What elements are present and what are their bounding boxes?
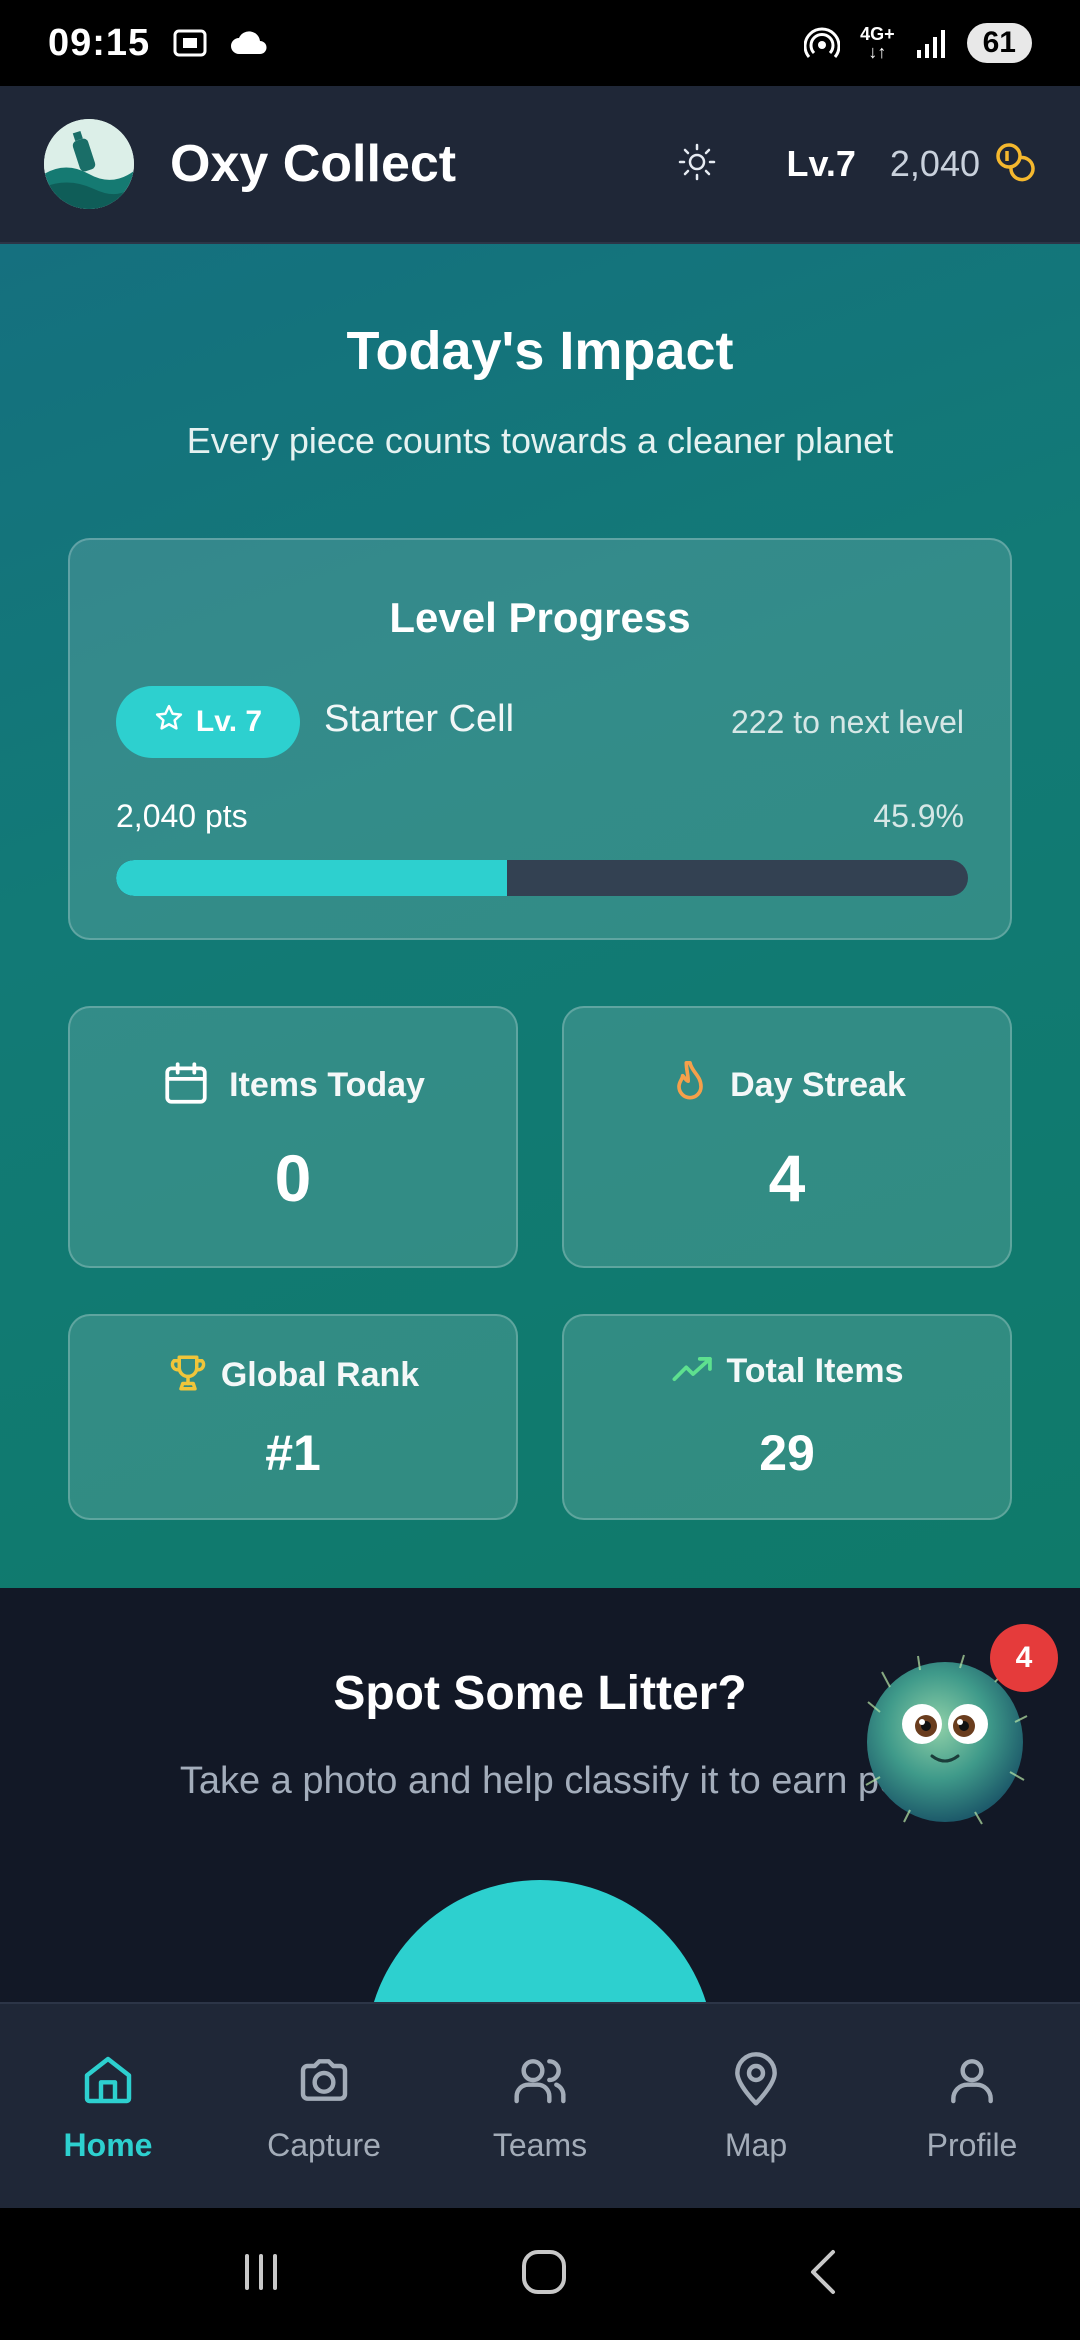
- level-badge: Lv. 7: [116, 686, 300, 758]
- nav-teams[interactable]: Teams: [432, 2004, 648, 2208]
- level-progress-card: Level Progress Lv. 7 Starter Cell 222 to…: [68, 538, 1012, 940]
- user-icon: [944, 2052, 1000, 2113]
- next-level-text: 222 to next level: [730, 704, 964, 740]
- bottom-navigation: Home Capture Teams Map Profile: [0, 2002, 1080, 2208]
- nav-home[interactable]: Home: [0, 2004, 216, 2208]
- stat-value: 4: [768, 1141, 806, 1215]
- header-coins: 2,040: [889, 143, 980, 184]
- stat-label: Global Rank: [220, 1356, 420, 1394]
- impact-subtitle: Every piece counts towards a cleaner pla…: [186, 420, 894, 461]
- map-pin-icon: [728, 2052, 784, 2113]
- nav-label: Capture: [267, 2127, 381, 2163]
- points-label: 2,040 pts: [116, 798, 248, 834]
- impact-title: Today's Impact: [346, 321, 734, 381]
- nav-label: Map: [724, 2127, 788, 2163]
- level-progress-title: Level Progress: [389, 594, 691, 641]
- system-navigation-bar: [0, 2208, 1080, 2340]
- stat-value: 29: [759, 1425, 815, 1481]
- network-label: 4G+: [860, 24, 895, 44]
- signal-icon: [915, 28, 947, 58]
- coins-icon: [994, 141, 1036, 188]
- level-badge-label: Lv. 7: [195, 705, 263, 738]
- stat-card-items-today[interactable]: Items Today 0: [68, 1006, 518, 1268]
- nav-map[interactable]: Map: [648, 2004, 864, 2208]
- sun-icon: [677, 142, 717, 187]
- stat-value: #1: [265, 1425, 321, 1481]
- level-progress-bar: [116, 860, 968, 896]
- nav-label: Teams: [492, 2127, 588, 2163]
- tier-name: Starter Cell: [324, 698, 515, 740]
- stat-card-global-rank[interactable]: Global Rank #1: [68, 1314, 518, 1520]
- users-icon: [512, 2052, 568, 2113]
- app-logo[interactable]: [44, 119, 134, 209]
- nav-capture[interactable]: Capture: [216, 2004, 432, 2208]
- stat-label: Items Today: [229, 1066, 425, 1104]
- capture-button[interactable]: [366, 1880, 714, 2002]
- stat-label: Day Streak: [730, 1066, 906, 1104]
- theme-toggle-button[interactable]: [667, 134, 727, 194]
- network-icon: 4G+ ↓↑: [860, 24, 895, 62]
- app-title: Oxy Collect: [170, 135, 457, 193]
- trophy-icon: [167, 1352, 209, 1399]
- notification-badge: 4: [990, 1624, 1058, 1692]
- stat-card-day-streak[interactable]: Day Streak 4: [562, 1006, 1012, 1268]
- impact-section: Today's Impact Every piece counts toward…: [0, 244, 1080, 1588]
- star-icon: [154, 703, 184, 741]
- stat-card-total-items[interactable]: Total Items 29: [562, 1314, 1012, 1520]
- nav-profile[interactable]: Profile: [864, 2004, 1080, 2208]
- stat-label: Total Items: [726, 1352, 904, 1390]
- stat-value: 0: [274, 1141, 312, 1215]
- trending-up-icon: [671, 1352, 715, 1391]
- nav-label: Profile: [926, 2127, 1018, 2163]
- status-bar: 09:15 4G+ ↓↑ 61: [0, 0, 1080, 86]
- home-icon: [80, 2052, 136, 2113]
- back-icon[interactable]: [803, 2246, 843, 2303]
- hotspot-icon: [804, 25, 841, 61]
- calendar-icon: [161, 1058, 211, 1113]
- screenshot-icon: [172, 27, 208, 59]
- camera-icon: [296, 2052, 352, 2113]
- cloud-icon: [230, 30, 268, 56]
- recents-icon[interactable]: [237, 2248, 285, 2301]
- home-system-icon[interactable]: [518, 2246, 570, 2303]
- battery-indicator: 61: [966, 23, 1032, 63]
- app-header: Oxy Collect Lv.7 2,040: [0, 86, 1080, 244]
- header-level: Lv.7: [786, 143, 856, 184]
- nav-label: Home: [63, 2127, 153, 2163]
- flame-icon: [668, 1058, 712, 1113]
- status-time: 09:15: [48, 21, 151, 64]
- percent-label: 45.9%: [873, 798, 964, 834]
- level-progress-fill: [116, 860, 508, 896]
